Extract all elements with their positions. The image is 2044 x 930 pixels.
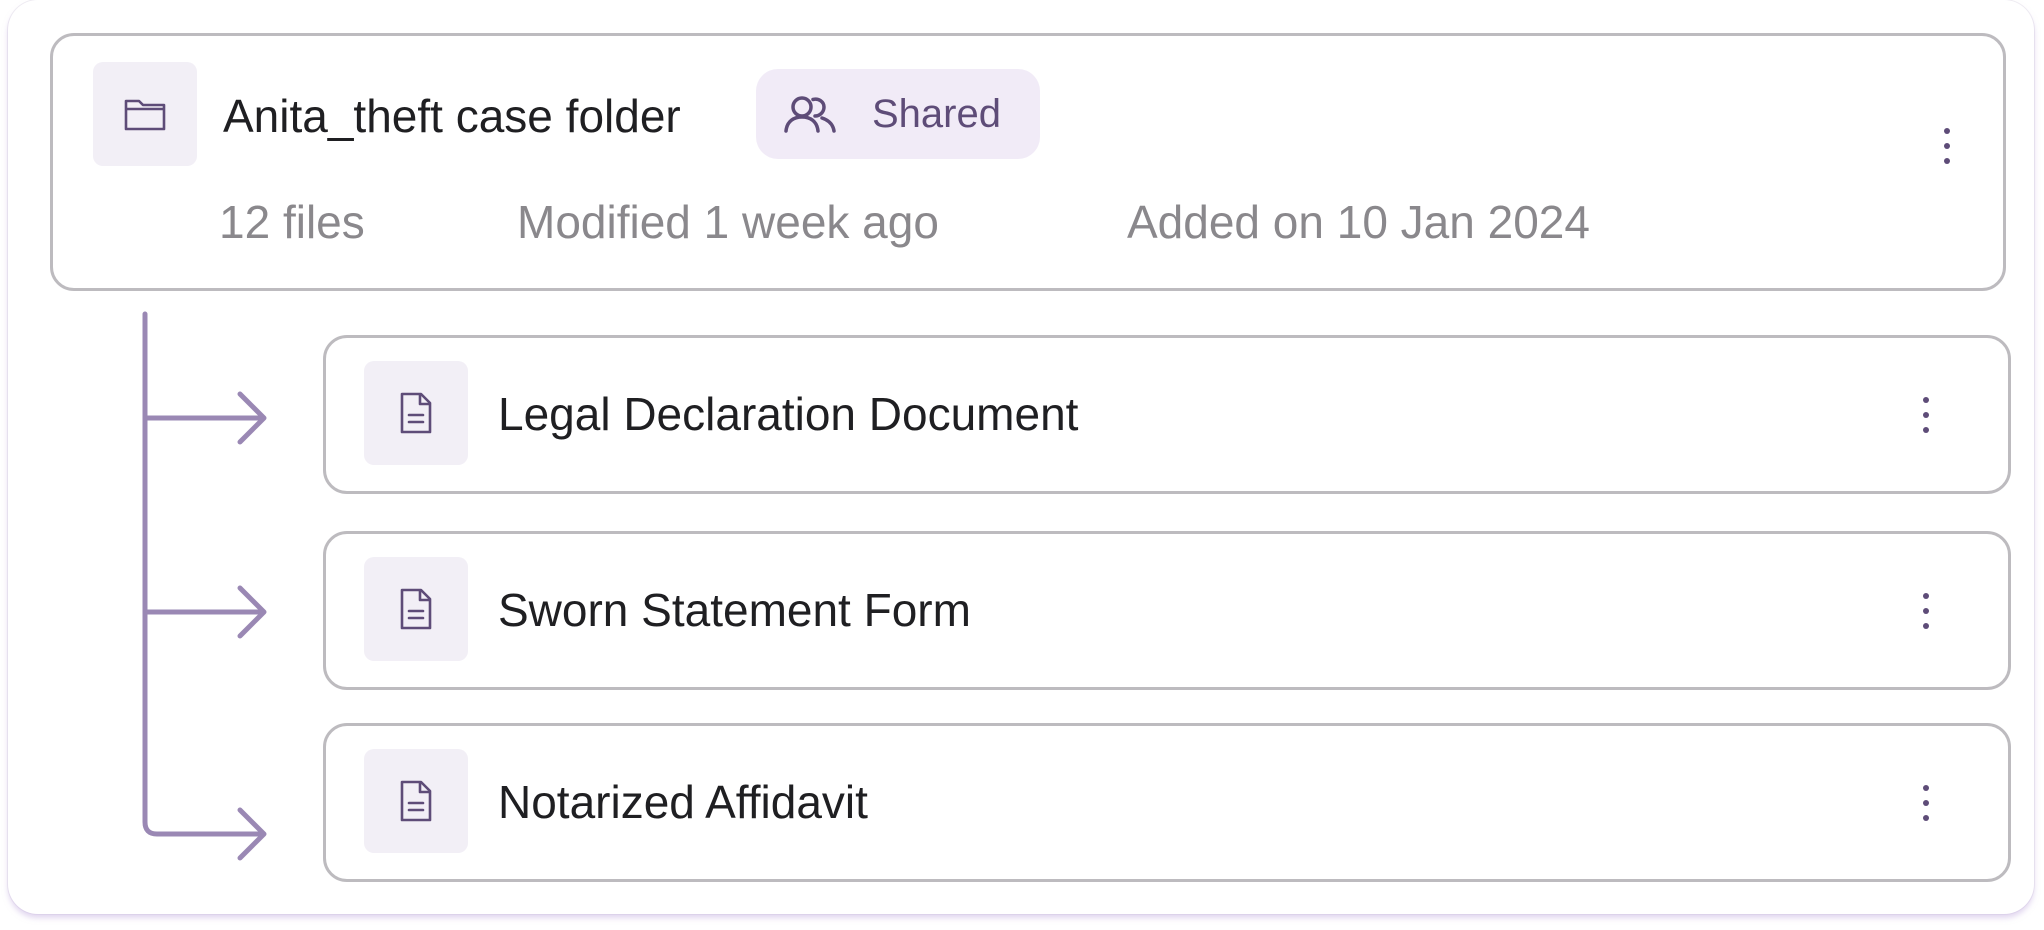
kebab-dot <box>1923 815 1929 821</box>
shared-badge: Shared <box>756 69 1040 159</box>
document-icon-box <box>364 749 468 853</box>
kebab-dot <box>1944 143 1950 149</box>
kebab-dot <box>1923 608 1929 614</box>
kebab-dot <box>1923 593 1929 599</box>
kebab-dot <box>1923 397 1929 403</box>
document-icon <box>400 392 432 434</box>
file-name: Notarized Affidavit <box>498 776 868 828</box>
folder-more-options-button[interactable] <box>1927 114 1967 178</box>
file-name: Legal Declaration Document <box>498 388 1079 440</box>
arrow-right-icon <box>237 807 267 861</box>
added-date: Added on 10 Jan 2024 <box>1127 196 1590 248</box>
file-more-options-button[interactable] <box>1906 383 1946 447</box>
folder-tree-card: Anita_theft case folder Shared 12 files … <box>8 0 2034 914</box>
file-row[interactable]: Notarized Affidavit <box>323 723 2011 882</box>
document-icon-box <box>364 557 468 661</box>
file-row[interactable]: Legal Declaration Document <box>323 335 2011 494</box>
folder-card[interactable]: Anita_theft case folder Shared 12 files … <box>50 33 2006 291</box>
file-name: Sworn Statement Form <box>498 584 971 636</box>
document-icon <box>400 780 432 822</box>
kebab-dot <box>1923 427 1929 433</box>
modified-date: Modified 1 week ago <box>517 196 939 248</box>
kebab-dot <box>1923 412 1929 418</box>
folder-title: Anita_theft case folder <box>223 90 681 142</box>
file-count: 12 files <box>219 196 365 248</box>
document-icon <box>400 588 432 630</box>
kebab-dot <box>1944 158 1950 164</box>
kebab-dot <box>1923 800 1929 806</box>
arrow-right-icon <box>237 391 267 445</box>
kebab-dot <box>1923 623 1929 629</box>
document-icon-box <box>364 361 468 465</box>
file-more-options-button[interactable] <box>1906 771 1946 835</box>
file-row[interactable]: Sworn Statement Form <box>323 531 2011 690</box>
kebab-dot <box>1923 785 1929 791</box>
kebab-dot <box>1944 128 1950 134</box>
users-icon <box>784 96 836 133</box>
file-more-options-button[interactable] <box>1906 579 1946 643</box>
arrow-right-icon <box>237 585 267 639</box>
folder-icon-box <box>93 62 197 166</box>
shared-label: Shared <box>872 91 1001 136</box>
folder-icon <box>124 99 166 131</box>
